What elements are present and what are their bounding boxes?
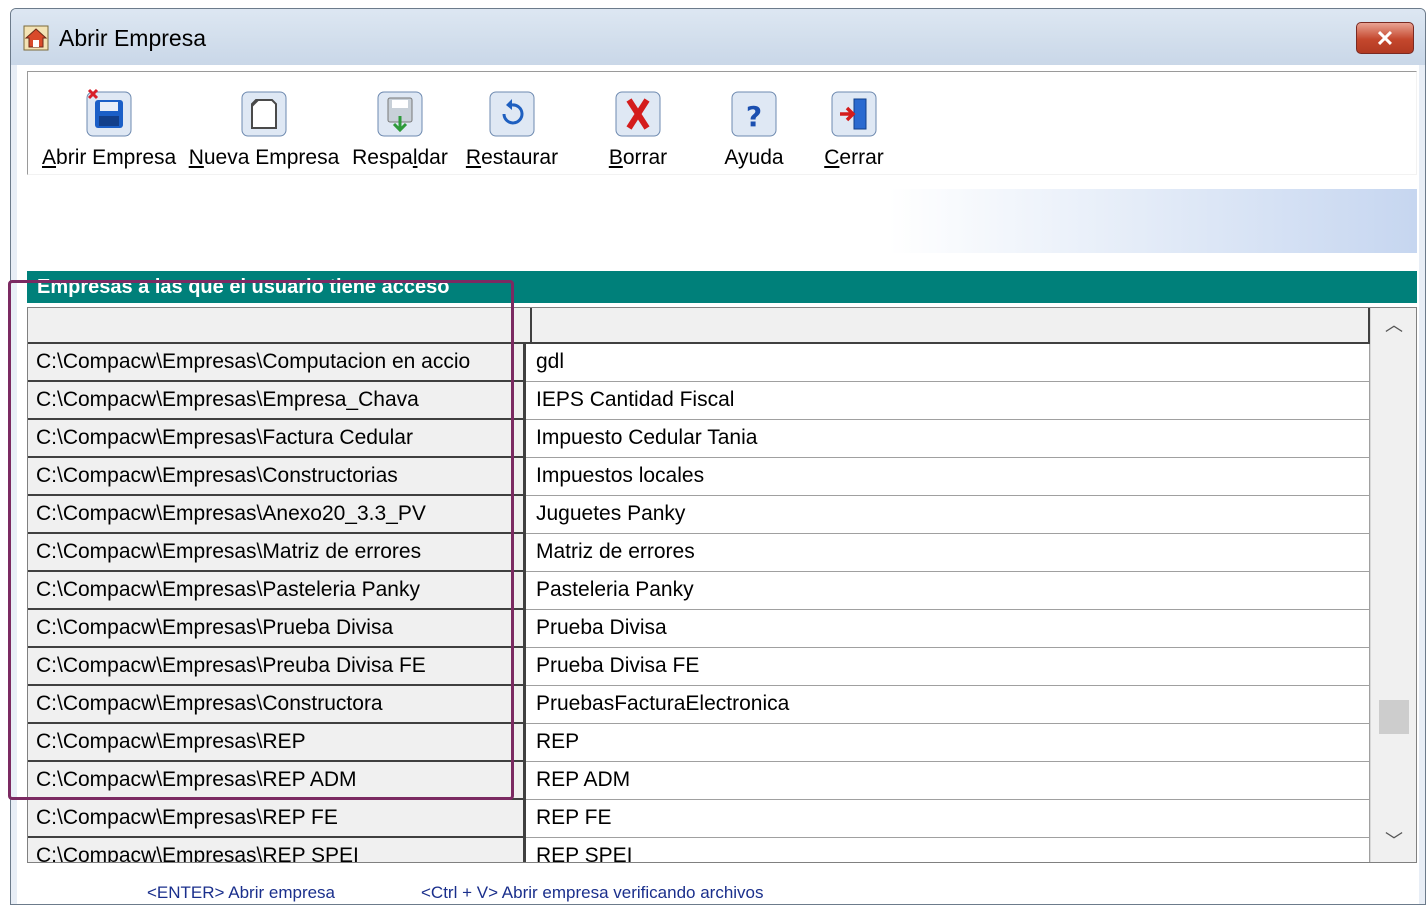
new-company-icon [241, 91, 287, 137]
window-title: Abrir Empresa [59, 25, 206, 51]
company-path-cell[interactable]: C:\Compacw\Empresas\REP ADM [28, 762, 526, 800]
company-path-cell[interactable]: C:\Compacw\Empresas\REP SPEI [28, 838, 526, 862]
company-path-cell[interactable]: C:\Compacw\Empresas\Constructora [28, 686, 526, 724]
restaurar-button[interactable]: Restaurar [462, 80, 562, 172]
abrir-empresa-button[interactable]: Abrir Empresa [42, 80, 176, 172]
close-button[interactable]: ✕ [1356, 22, 1414, 54]
table-row[interactable]: C:\Compacw\Empresas\Prueba Divisa Prueba … [28, 610, 1370, 648]
section-header: Empresas a las que el usuario tiene acce… [27, 271, 1417, 303]
company-name-cell[interactable]: Pasteleria Panky [526, 572, 1370, 610]
table-row[interactable]: C:\Compacw\Empresas\REP FE REP FE [28, 800, 1370, 838]
company-path-cell[interactable]: C:\Compacw\Empresas\Preuba Divisa FE [28, 648, 526, 686]
company-path-cell[interactable]: C:\Compacw\Empresas\Prueba Divisa [28, 610, 526, 648]
company-name-cell[interactable]: Impuesto Cedular Tania [526, 420, 1370, 458]
company-name-cell[interactable]: Prueba Divisa FE [526, 648, 1370, 686]
cerrar-button[interactable]: Cerrar [804, 80, 904, 172]
respaldar-button[interactable]: Respaldar [350, 80, 450, 172]
borrar-button[interactable]: Borrar [588, 80, 688, 172]
table-row[interactable]: C:\Compacw\Empresas\REP SPEI REP SPEI [28, 838, 1370, 862]
company-name-cell[interactable]: gdl [526, 344, 1370, 382]
table-row[interactable]: C:\Compacw\Empresas\Matriz de errores Mat… [28, 534, 1370, 572]
hint-enter: <ENTER> Abrir empresa [147, 883, 336, 902]
column-header-path[interactable] [28, 308, 532, 344]
ayuda-button[interactable]: ? Ayuda [704, 80, 804, 172]
table-row[interactable]: C:\Compacw\Empresas\Computacion en accio… [28, 344, 1370, 382]
company-path-cell[interactable]: C:\Compacw\Empresas\Pasteleria Panky [28, 572, 526, 610]
table-row[interactable]: C:\Compacw\Empresas\Pasteleria Panky Past… [28, 572, 1370, 610]
company-path-cell[interactable]: C:\Compacw\Empresas\Computacion en accio [28, 344, 526, 382]
company-name-cell[interactable]: Matriz de errores [526, 534, 1370, 572]
scroll-thumb[interactable] [1379, 700, 1409, 734]
company-path-cell[interactable]: C:\Compacw\Empresas\Anexo20_3.3_PV [28, 496, 526, 534]
company-path-cell[interactable]: C:\Compacw\Empresas\Empresa_Chava [28, 382, 526, 420]
company-name-cell[interactable]: PruebasFacturaElectronica [526, 686, 1370, 724]
abrir-empresa-window: Abrir Empresa ✕ Abrir Empresa Nueva Empr… [10, 8, 1426, 905]
svg-text:?: ? [746, 100, 762, 133]
table-row[interactable]: C:\Compacw\Empresas\Empresa_Chava IEPS Ca… [28, 382, 1370, 420]
toolbar: Abrir Empresa Nueva Empresa Respaldar Re… [27, 71, 1417, 175]
scroll-up-icon[interactable]: ︿ [1371, 308, 1416, 342]
info-band [27, 189, 1417, 253]
table-row[interactable]: C:\Compacw\Empresas\REP REP [28, 724, 1370, 762]
table-row[interactable]: C:\Compacw\Empresas\Factura Cedular Impue… [28, 420, 1370, 458]
company-path-cell[interactable]: C:\Compacw\Empresas\Constructorias [28, 458, 526, 496]
companies-grid[interactable]: C:\Compacw\Empresas\Computacion en accio… [27, 307, 1417, 863]
company-path-cell[interactable]: C:\Compacw\Empresas\REP [28, 724, 526, 762]
table-row[interactable]: C:\Compacw\Empresas\Constructorias Impues… [28, 458, 1370, 496]
company-name-cell[interactable]: REP SPEI [526, 838, 1370, 862]
company-path-cell[interactable]: C:\Compacw\Empresas\Factura Cedular [28, 420, 526, 458]
column-header-name[interactable] [532, 308, 1370, 344]
close-icon: ✕ [1375, 26, 1395, 51]
company-path-cell[interactable]: C:\Compacw\Empresas\Matriz de errores [28, 534, 526, 572]
company-name-cell[interactable]: REP FE [526, 800, 1370, 838]
company-name-cell[interactable]: Impuestos locales [526, 458, 1370, 496]
delete-icon [615, 91, 661, 137]
hint-ctrl-v: <Ctrl + V> Abrir empresa verificando arc… [421, 883, 764, 902]
table-row[interactable]: C:\Compacw\Empresas\REP ADM REP ADM [28, 762, 1370, 800]
restore-icon [489, 91, 535, 137]
company-name-cell[interactable]: Juguetes Panky [526, 496, 1370, 534]
table-row[interactable]: C:\Compacw\Empresas\Anexo20_3.3_PV Juguet… [28, 496, 1370, 534]
backup-icon [377, 91, 423, 137]
nueva-empresa-button[interactable]: Nueva Empresa [186, 80, 342, 172]
scroll-down-icon[interactable]: ﹀ [1371, 824, 1416, 858]
vertical-scrollbar[interactable]: ︿ ﹀ [1370, 308, 1416, 862]
close-door-icon [831, 91, 877, 137]
open-company-icon [86, 88, 132, 137]
company-name-cell[interactable]: IEPS Cantidad Fiscal [526, 382, 1370, 420]
title-bar[interactable]: Abrir Empresa ✕ [11, 9, 1425, 65]
grid-column-headers [28, 308, 1370, 344]
client-area: Abrir Empresa Nueva Empresa Respaldar Re… [17, 65, 1419, 904]
company-name-cell[interactable]: REP ADM [526, 762, 1370, 800]
table-row[interactable]: C:\Compacw\Empresas\Preuba Divisa FE Prue… [28, 648, 1370, 686]
help-icon: ? [731, 91, 777, 137]
table-row[interactable]: C:\Compacw\Empresas\Constructora PruebasF… [28, 686, 1370, 724]
company-path-cell[interactable]: C:\Compacw\Empresas\REP FE [28, 800, 526, 838]
house-icon [23, 25, 49, 51]
company-name-cell[interactable]: REP [526, 724, 1370, 762]
company-name-cell[interactable]: Prueba Divisa [526, 610, 1370, 648]
